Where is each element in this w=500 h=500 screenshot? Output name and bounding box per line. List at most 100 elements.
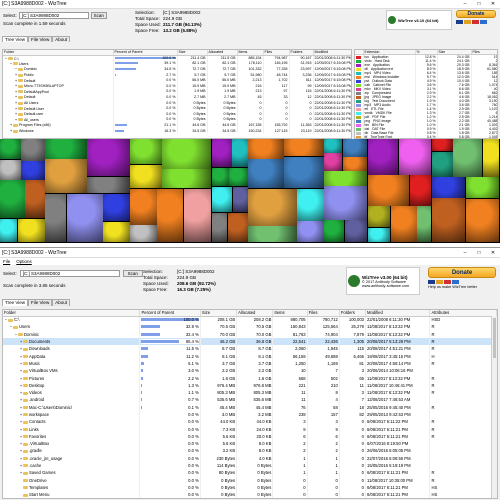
treemap-tile[interactable] (398, 139, 432, 175)
treemap-tile[interactable] (21, 161, 45, 180)
bottom-minimize-icon[interactable]: – (458, 250, 472, 256)
treemap-tile[interactable] (367, 175, 410, 206)
treemap-tile[interactable] (431, 139, 453, 152)
folder-cell[interactable]: + VirtualBox VMs (3, 367, 141, 375)
folder-cell[interactable]: + .cache (3, 461, 141, 470)
scrollbar-thumb[interactable] (493, 318, 496, 358)
folder-cell[interactable]: Templates (3, 483, 141, 492)
folder-cell[interactable]: + Documents (3, 337, 141, 346)
treemap-tile[interactable] (45, 159, 87, 193)
scan-button[interactable]: Scan (90, 12, 107, 19)
table-row[interactable]: + .gradle 0.0 % 3.2 KB 8.0 KB 2 2 0 26/06/2016 5… (3, 447, 497, 455)
table-row[interactable]: + AppData 11.2 % 8.1 GB 8.1 GB 56,159 49,688 6,… (3, 352, 497, 360)
bottom-drive-select[interactable]: [C:] S3A9988D002 (19, 270, 120, 277)
folder-cell[interactable]: + Mac-C:\Users\Dominic\ (3, 403, 141, 411)
treemap-tile[interactable] (130, 225, 157, 243)
treemap-tile[interactable] (103, 221, 130, 243)
folder-cell[interactable]: + workspace (3, 410, 141, 419)
treemap-tile[interactable] (324, 153, 343, 171)
donate-button[interactable]: Donate (456, 10, 496, 18)
treemap-tile[interactable] (324, 220, 345, 243)
treemap-tile[interactable] (232, 139, 248, 168)
table-row[interactable]: + Videos 1.1 % 805.3 MB 805.3 MB 11 8 3 11/08/20… (3, 388, 497, 397)
table-row[interactable]: OneDrive 0.0 % 0 Bytes 0 Bytes 0 0 0 11/08/2017… (3, 476, 497, 484)
menu-options[interactable]: Options (16, 259, 32, 264)
table-row[interactable]: − C:\ 100.0 % 208.1 GB 208.2 GB 880,705 780,71… (3, 316, 497, 324)
treemap-tile[interactable] (183, 188, 212, 243)
treemap-tile[interactable] (284, 139, 324, 157)
treemap[interactable] (0, 139, 500, 243)
treemap-tile[interactable] (324, 139, 343, 153)
drive-select[interactable]: [C:] S3A9988D002 (18, 12, 89, 19)
treemap-tile[interactable] (0, 180, 25, 219)
treemap-tile[interactable] (227, 212, 248, 243)
treemap-tile[interactable] (482, 139, 500, 177)
treemap-tile[interactable] (66, 193, 103, 243)
treemap-tile[interactable] (17, 218, 45, 243)
table-row[interactable]: + Favorites 0.0 % 5.6 KB 20.0 KB 6 6 0 6/08/2017… (3, 432, 497, 441)
table-row[interactable]: Start Menu 0.0 % 0 Bytes 0 Bytes 0 0 0 6/08/201… (3, 491, 497, 498)
folder-cell[interactable]: OneDrive (3, 476, 141, 484)
bottom-tab-about[interactable]: About (52, 299, 70, 306)
close-icon[interactable]: ✕ (486, 1, 500, 7)
treemap-tile[interactable] (87, 176, 130, 193)
treemap-tile[interactable] (342, 157, 368, 171)
treemap-tile[interactable] (409, 175, 432, 206)
tab-tree-view[interactable]: Tree View (2, 36, 29, 42)
treemap-tile[interactable] (0, 218, 18, 243)
bottom-maximize-icon[interactable]: □ (472, 250, 486, 256)
tab-about[interactable]: About (52, 36, 70, 42)
treemap-tile[interactable] (157, 188, 184, 243)
folder-cell[interactable]: + Videos (3, 388, 141, 397)
treemap-tile[interactable] (212, 139, 232, 168)
table-row[interactable]: + Windows 16.3 % 34.5 GB 34.5 GB 150,234 127,1… (3, 127, 351, 134)
treemap-tile[interactable] (465, 177, 500, 199)
treemap-tile[interactable] (297, 221, 324, 243)
table-row[interactable]: + .cache 0.0 % 114 Bytes 0 Bytes 1 1 0 15/05/201… (3, 461, 497, 470)
table-row[interactable]: − Dominic 32.4 % 70.0 GB 70.0 GB 81,783 74,904… (3, 330, 497, 338)
bottom-tab-tree-view[interactable]: Tree View (2, 299, 29, 306)
vertical-scrollbar[interactable] (491, 316, 497, 498)
treemap-tile[interactable] (212, 167, 229, 187)
folder-cell[interactable]: + AppData (3, 352, 141, 360)
table-row[interactable]: + workspace 0.0 % 3.0 MB 3.2 MB 239 157 82 29/05… (3, 410, 497, 419)
folder-cell[interactable]: + Music (3, 359, 141, 368)
bottom-scan-button[interactable]: Scan (122, 270, 143, 277)
treemap-tile[interactable] (103, 193, 130, 222)
treemap-tile[interactable] (284, 156, 324, 189)
treemap-tile[interactable] (345, 220, 368, 243)
treemap-tile[interactable] (324, 171, 368, 186)
table-row[interactable]: − Users 32.9 % 70.5 GB 70.5 GB 150,843 125,564… (3, 323, 497, 331)
table-row[interactable]: + .android 0.7 % 535.6 MB 535.6 MB 11 4 7 12/08/… (3, 396, 497, 404)
folder-cell[interactable]: + Downloads (3, 345, 141, 353)
table-row[interactable]: + .VirtualBox 0.0 % 5.6 KB 8.0 KB 2 2 0 6/07/201… (3, 440, 497, 448)
treemap-tile[interactable] (248, 139, 284, 159)
treemap-tile[interactable] (87, 139, 130, 176)
treemap-tile[interactable] (248, 188, 297, 226)
folder-cell[interactable]: + Pictures (3, 374, 141, 382)
treemap-tile[interactable] (21, 139, 45, 161)
tab-file-view[interactable]: File View (28, 36, 53, 42)
folder-cell[interactable]: + .gradle (3, 447, 141, 455)
folder-cell[interactable]: + Links (3, 425, 141, 433)
folder-cell[interactable]: + .android (3, 396, 141, 404)
treemap-tile[interactable] (367, 227, 391, 243)
treemap-tile[interactable] (0, 159, 21, 180)
treemap-tile[interactable] (465, 198, 500, 243)
treemap-tile[interactable] (130, 188, 157, 225)
treemap-tile[interactable] (453, 139, 483, 177)
folder-cell[interactable]: + Desktop (3, 381, 141, 389)
treemap-tile[interactable] (342, 139, 368, 157)
treemap-tile[interactable] (232, 186, 248, 213)
treemap-tile[interactable] (297, 188, 324, 221)
table-row[interactable]: Templates 0.0 % 0 Bytes 0 Bytes 0 0 0 6/08/2017… (3, 483, 497, 492)
treemap-tile[interactable] (248, 159, 284, 189)
table-row[interactable]: + .oracle_jre_usage 0.0 % 230 Bytes 4.0 KB 1 1… (3, 454, 497, 462)
table-row[interactable]: + VirtualBox VMs 3.0 % 2.2 GB 2.2 GB 10 7 3 20/0… (3, 367, 497, 375)
treemap-tile[interactable] (25, 180, 45, 219)
treemap-tile[interactable] (229, 167, 248, 187)
treemap-tile[interactable] (45, 139, 87, 159)
treemap-tile[interactable] (324, 186, 368, 220)
table-row[interactable]: + Contacts 0.0 % 44.0 KB 44.0 KB 3 3 0 6/08/2017… (3, 418, 497, 426)
treemap-tile[interactable] (130, 139, 162, 165)
